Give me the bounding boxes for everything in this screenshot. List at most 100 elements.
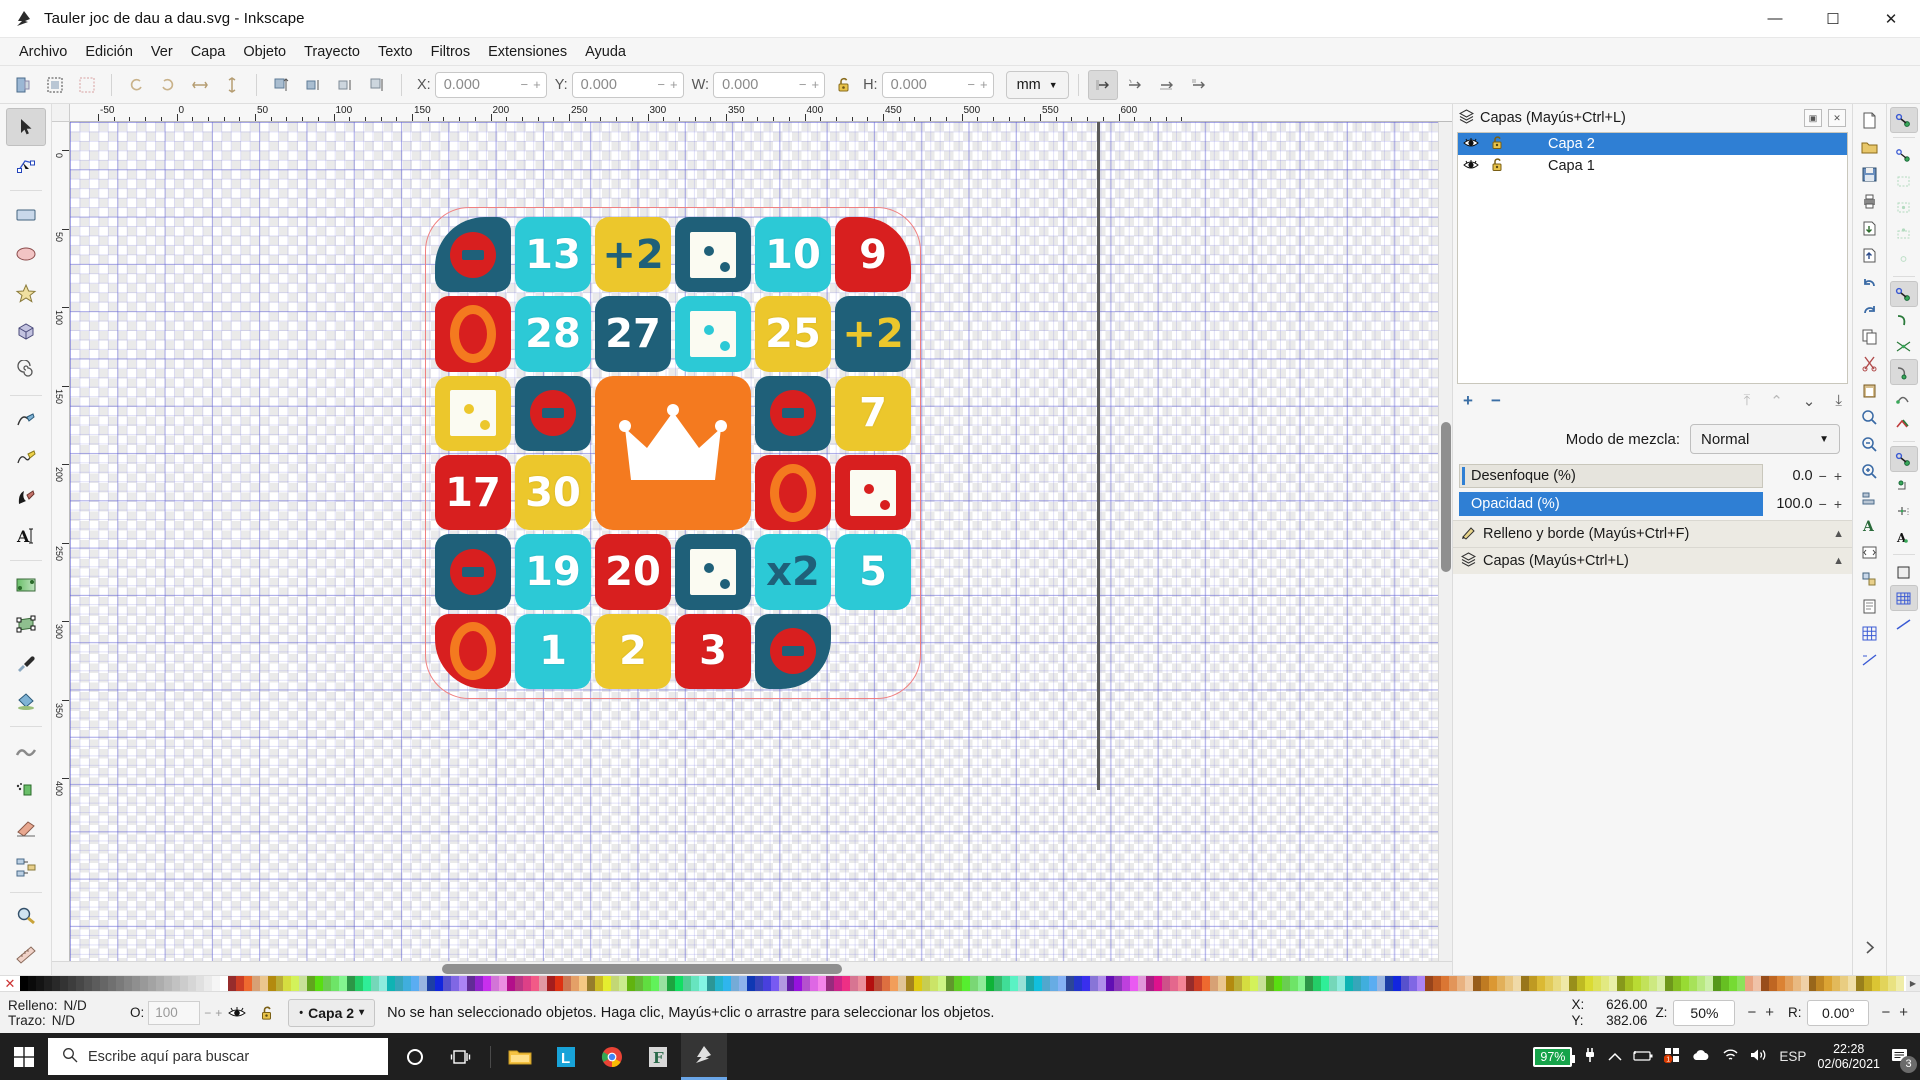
palette-swatch[interactable]	[930, 976, 939, 992]
raise-icon[interactable]	[298, 70, 328, 100]
palette-swatch[interactable]	[1353, 976, 1362, 992]
palette-swatch[interactable]	[507, 976, 516, 992]
palette-swatch[interactable]	[1800, 976, 1809, 992]
board-tile[interactable]: x2	[755, 534, 831, 610]
palette-swatch[interactable]	[307, 976, 316, 992]
palette-swatch[interactable]	[387, 976, 396, 992]
menu-ver[interactable]: Ver	[142, 40, 182, 64]
flip-vertical-icon[interactable]	[217, 70, 247, 100]
taskbar-clock[interactable]: 22:28 02/06/2021	[1817, 1042, 1880, 1072]
palette-swatch[interactable]	[1720, 976, 1729, 992]
box-3d-tool[interactable]	[6, 312, 46, 350]
rotation-minus[interactable]: −	[1881, 1004, 1890, 1021]
palette-swatch[interactable]	[1225, 976, 1234, 992]
pencil-tool[interactable]	[6, 401, 46, 439]
palette-swatch[interactable]	[826, 976, 835, 992]
palette-swatch[interactable]	[499, 976, 508, 992]
board-tile[interactable]: 19	[515, 534, 591, 610]
flip-horizontal-icon[interactable]	[185, 70, 215, 100]
undo-icon[interactable]	[1856, 269, 1884, 296]
eraser-tool[interactable]	[6, 809, 46, 847]
board-tile[interactable]	[675, 217, 751, 293]
palette-swatch[interactable]	[890, 976, 899, 992]
open-document-icon[interactable]	[1856, 134, 1884, 161]
palette-swatch[interactable]	[1345, 976, 1354, 992]
palette-swatch[interactable]	[602, 976, 611, 992]
spray-tool[interactable]	[6, 771, 46, 809]
board-tile[interactable]	[435, 534, 511, 610]
palette-swatch[interactable]	[706, 976, 715, 992]
gradient-tool[interactable]	[6, 566, 46, 604]
palette-swatch[interactable]	[1018, 976, 1027, 992]
y-input[interactable]: 0.000 − +	[571, 71, 684, 98]
palette-swatch[interactable]	[1169, 976, 1178, 992]
connector-tool[interactable]	[6, 848, 46, 886]
palette-swatch[interactable]	[762, 976, 771, 992]
palette-swatch[interactable]	[1417, 976, 1426, 992]
palette-swatch[interactable]	[355, 976, 364, 992]
canvas-vertical-scrollbar[interactable]	[1438, 122, 1452, 961]
palette-swatch[interactable]	[746, 976, 755, 992]
zoom-page-icon[interactable]	[1856, 458, 1884, 485]
palette-swatch[interactable]	[435, 976, 444, 992]
rotation-stepper[interactable]: − +	[1875, 1004, 1914, 1021]
add-layer-button[interactable]: +	[1463, 391, 1473, 411]
palette-swatch[interactable]	[634, 976, 643, 992]
palette-swatch[interactable]	[1752, 976, 1761, 992]
bezier-tool[interactable]	[6, 439, 46, 477]
palette-swatch[interactable]	[922, 976, 931, 992]
status-opacity-plus[interactable]: +	[215, 1006, 222, 1020]
palette-swatch[interactable]	[427, 976, 436, 992]
palette-swatch[interactable]	[1553, 976, 1561, 992]
palette-swatch[interactable]	[1545, 976, 1553, 992]
palette-swatch[interactable]	[1864, 976, 1873, 992]
grid-toggle-icon[interactable]	[1856, 620, 1884, 647]
palette-swatch[interactable]	[1121, 976, 1130, 992]
palette-swatch[interactable]	[618, 976, 627, 992]
menu-objeto[interactable]: Objeto	[234, 40, 295, 64]
y-stepper[interactable]: − +	[657, 77, 682, 92]
palette-swatch[interactable]	[658, 976, 667, 992]
lock-aspect-ratio-icon[interactable]	[833, 72, 855, 98]
unit-selector[interactable]: mm ▼	[1005, 70, 1069, 99]
palette-swatch[interactable]	[1217, 976, 1226, 992]
palette-swatch[interactable]	[1808, 976, 1817, 992]
palette-swatch[interactable]	[219, 976, 228, 992]
palette-swatch[interactable]	[626, 976, 635, 992]
palette-scroll-icon[interactable]: ▶	[1906, 976, 1920, 991]
paste-icon[interactable]	[1856, 377, 1884, 404]
board-tile[interactable]	[435, 613, 511, 689]
palette-swatch[interactable]	[570, 976, 579, 992]
palette-swatch[interactable]	[1337, 976, 1346, 992]
select-all-layers-icon[interactable]	[40, 70, 70, 100]
palette-swatch[interactable]	[946, 976, 955, 992]
palette-swatch[interactable]	[1209, 976, 1218, 992]
lower-to-bottom-button[interactable]: ⤓	[1835, 392, 1842, 410]
palette-swatch[interactable]	[1289, 976, 1298, 992]
palette-swatch[interactable]	[67, 976, 76, 992]
blur-plus[interactable]: +	[1834, 468, 1842, 484]
h-minus[interactable]: −	[967, 77, 975, 92]
board-tile[interactable]	[755, 455, 831, 531]
language-indicator[interactable]: ESP	[1779, 1049, 1806, 1064]
palette-swatch[interactable]	[1073, 976, 1082, 992]
palette-swatch[interactable]	[674, 976, 683, 992]
chrome-icon[interactable]	[589, 1033, 635, 1080]
snap-bounding-box-icon[interactable]	[1890, 142, 1918, 168]
panel-dock-button[interactable]: ▣	[1804, 109, 1822, 127]
raise-layer-button[interactable]: ⌃	[1770, 392, 1783, 410]
board-tile[interactable]	[675, 296, 751, 372]
palette-swatch[interactable]	[554, 976, 563, 992]
palette-swatch[interactable]	[1089, 976, 1098, 992]
x-plus[interactable]: +	[533, 77, 541, 92]
affect-patterns-icon[interactable]	[1184, 70, 1214, 100]
board-tile[interactable]: 30	[515, 455, 591, 531]
export-icon[interactable]	[1856, 242, 1884, 269]
menu-texto[interactable]: Texto	[369, 40, 422, 64]
tweak-tool[interactable]	[6, 732, 46, 770]
board-tile[interactable]: 13	[515, 217, 591, 293]
board-tile[interactable]: 3	[675, 613, 751, 689]
palette-swatch[interactable]	[562, 976, 571, 992]
palette-swatch[interactable]	[1185, 976, 1194, 992]
palette-swatch[interactable]	[1369, 976, 1378, 992]
